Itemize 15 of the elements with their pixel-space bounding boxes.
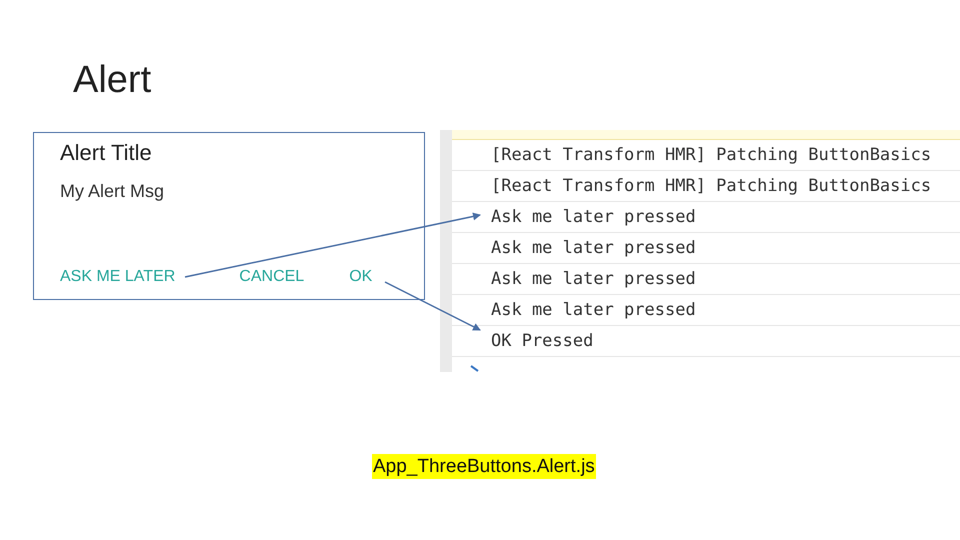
- slide-title: Alert: [72, 58, 152, 102]
- log-line: OK Pressed: [452, 326, 960, 357]
- log-line: Ask me later pressed: [452, 295, 960, 326]
- prompt-icon: [470, 365, 480, 373]
- dialog-title: Alert Title: [60, 139, 153, 167]
- log-line: [React Transform HMR] Patching ButtonBasics: [452, 140, 960, 171]
- log-line: [React Transform HMR] Patching ButtonBasics: [452, 171, 960, 202]
- dialog-message: My Alert Msg: [60, 180, 166, 203]
- dialog-button[interactable]: CANCEL: [239, 267, 304, 287]
- log-line: Ask me later pressed: [452, 264, 960, 295]
- dialog-button[interactable]: OK: [349, 267, 372, 287]
- dialog-button[interactable]: ASK ME LATER: [60, 267, 176, 287]
- log-line: Ask me later pressed: [452, 202, 960, 233]
- log-line: Ask me later pressed: [452, 233, 960, 264]
- file-caption: App_ThreeButtons.Alert.js: [372, 454, 596, 479]
